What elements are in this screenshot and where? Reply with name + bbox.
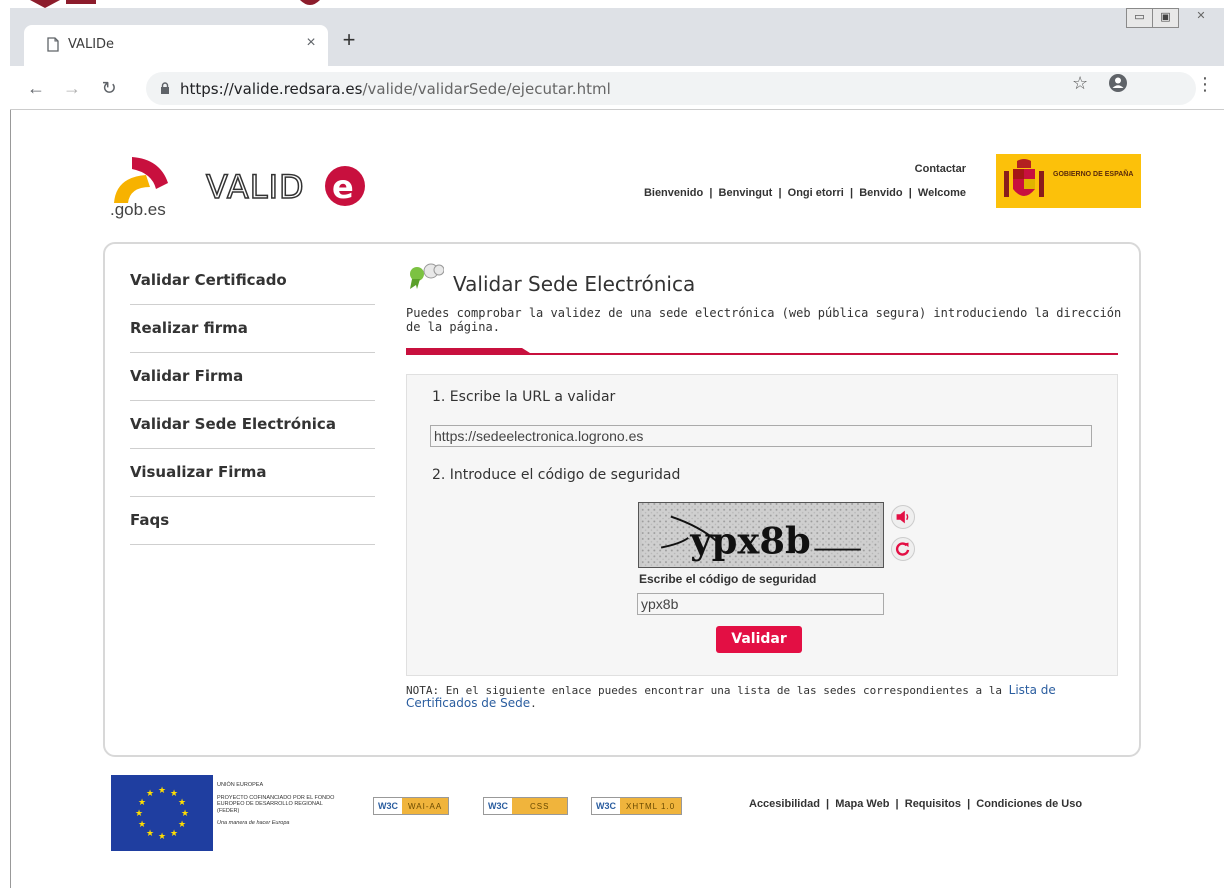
reload-icon[interactable]: ↻ — [97, 76, 121, 100]
svg-text:VALID: VALID — [206, 168, 305, 206]
bookmark-star-icon[interactable]: ☆ — [1072, 73, 1088, 94]
lang-link-en[interactable]: Welcome — [918, 187, 966, 199]
language-links: Bienvenido | Benvingut | Ongi etorri | B… — [643, 187, 966, 199]
captcha-label: Escribe el código de seguridad — [639, 572, 817, 586]
browser-tab-bar: VALIDe × + ▭ ▣ ✕ — [10, 8, 1224, 66]
w3c-xhtml-badge[interactable]: W3C XHTML 1.0 — [591, 797, 683, 815]
url-input[interactable] — [430, 425, 1092, 447]
sidebar-item-validar-sede[interactable]: Validar Sede Electrónica — [130, 401, 375, 449]
partial-logo-decoration — [30, 0, 320, 8]
svg-text:★: ★ — [146, 829, 154, 839]
window-edge — [10, 110, 11, 888]
svg-text:★: ★ — [181, 809, 189, 819]
lang-link-gl[interactable]: Benvido — [859, 187, 902, 199]
svg-text:★: ★ — [170, 789, 178, 799]
browser-tab[interactable]: VALIDe × — [24, 25, 328, 66]
valide-logo[interactable]: .gob.es VALID e — [110, 153, 368, 219]
svg-text:★: ★ — [170, 829, 178, 839]
w3c-css-badge[interactable]: W3C CSS — [483, 797, 569, 815]
back-icon[interactable]: ← — [24, 76, 48, 100]
lock-icon — [161, 82, 169, 94]
footer-link-accesibilidad[interactable]: Accesibilidad — [749, 798, 820, 810]
svg-text:★: ★ — [138, 798, 146, 808]
tab-title: VALIDe — [68, 37, 115, 52]
government-badge-text: GOBIERNO DE ESPAÑA — [1053, 171, 1134, 178]
svg-text:★: ★ — [135, 809, 143, 819]
lang-link-es[interactable]: Bienvenido — [644, 187, 703, 199]
footer-link-condiciones[interactable]: Condiciones de Uso — [976, 798, 1082, 810]
svg-text:★: ★ — [158, 832, 166, 842]
sidebar-item-realizar-firma[interactable]: Realizar firma — [130, 305, 375, 353]
address-bar[interactable]: https://valide.redsara.es/valide/validar… — [146, 72, 1196, 105]
account-icon[interactable] — [1108, 73, 1128, 93]
url-text: https://valide.redsara.es/valide/validar… — [180, 80, 611, 98]
certificate-people-icon — [410, 263, 444, 289]
browser-toolbar: ← → ↻ https://valide.redsara.es/valide/v… — [10, 66, 1224, 110]
coat-of-arms-icon — [1004, 159, 1044, 197]
speaker-icon — [896, 510, 909, 524]
captcha-text: ypx8b — [689, 518, 810, 562]
footer-link-requisitos[interactable]: Requisitos — [905, 798, 961, 810]
sidebar-item-faqs[interactable]: Faqs — [130, 497, 375, 545]
svg-text:★: ★ — [178, 820, 186, 830]
note-text: NOTA: En el siguiente enlace puedes enco… — [406, 683, 1056, 711]
close-window-icon[interactable]: ✕ — [1178, 8, 1224, 28]
step-one-label: 1. Escribe la URL a validar — [432, 389, 616, 405]
contact-link[interactable]: Contactar — [915, 163, 966, 175]
tab-close-icon[interactable]: × — [302, 34, 320, 52]
captcha-refresh-button[interactable] — [891, 537, 915, 561]
svg-text:★: ★ — [178, 798, 186, 808]
kebab-menu-icon[interactable]: ⋮ — [1196, 74, 1214, 95]
validate-button[interactable]: Validar — [716, 626, 802, 653]
svg-text:★: ★ — [146, 789, 154, 799]
sidebar-item-validar-firma[interactable]: Validar Firma — [130, 353, 375, 401]
maximize-icon[interactable]: ▣ — [1152, 8, 1179, 28]
w3c-wai-badge[interactable]: W3C WAI-AA — [373, 797, 450, 815]
lang-link-ca[interactable]: Benvingut — [719, 187, 773, 199]
eu-flag-icon: ★ ★★ ★★★ ★★★ ★★★ — [111, 775, 213, 851]
sidebar-menu: Validar Certificado Realizar firma Valid… — [130, 257, 375, 545]
forward-icon[interactable]: → — [60, 76, 84, 100]
lang-link-eu[interactable]: Ongi etorri — [788, 187, 844, 199]
new-tab-icon[interactable]: + — [337, 28, 361, 52]
refresh-icon — [895, 542, 910, 556]
footer-link-mapa-web[interactable]: Mapa Web — [835, 798, 889, 810]
captcha-audio-button[interactable] — [891, 505, 915, 529]
intro-text: Puedes comprobar la validez de una sede … — [406, 306, 1122, 334]
captcha-image: ypx8b — [638, 502, 884, 568]
page-title: Validar Sede Electrónica — [453, 272, 696, 296]
sidebar-item-validar-certificado[interactable]: Validar Certificado — [130, 257, 375, 305]
title-underline — [406, 348, 1118, 355]
sidebar-item-visualizar-firma[interactable]: Visualizar Firma — [130, 449, 375, 497]
step-two-label: 2. Introduce el código de seguridad — [432, 467, 681, 483]
government-of-spain-logo[interactable]: GOBIERNO DE ESPAÑA — [996, 154, 1141, 208]
svg-text:★: ★ — [138, 820, 146, 830]
captcha-input[interactable] — [637, 593, 884, 615]
document-icon — [47, 37, 59, 52]
eu-funding-text: UNIÓN EUROPEA PROYECTO COFINANCIADO POR … — [217, 782, 335, 826]
minimize-icon[interactable]: ▭ — [1126, 8, 1153, 28]
svg-text:★: ★ — [158, 786, 166, 796]
window-controls: ▭ ▣ ✕ — [1126, 8, 1224, 28]
logo-suffix: .gob.es — [110, 200, 166, 219]
svg-text:e: e — [332, 168, 354, 206]
footer-links: Accesibilidad | Mapa Web | Requisitos | … — [749, 798, 1083, 810]
